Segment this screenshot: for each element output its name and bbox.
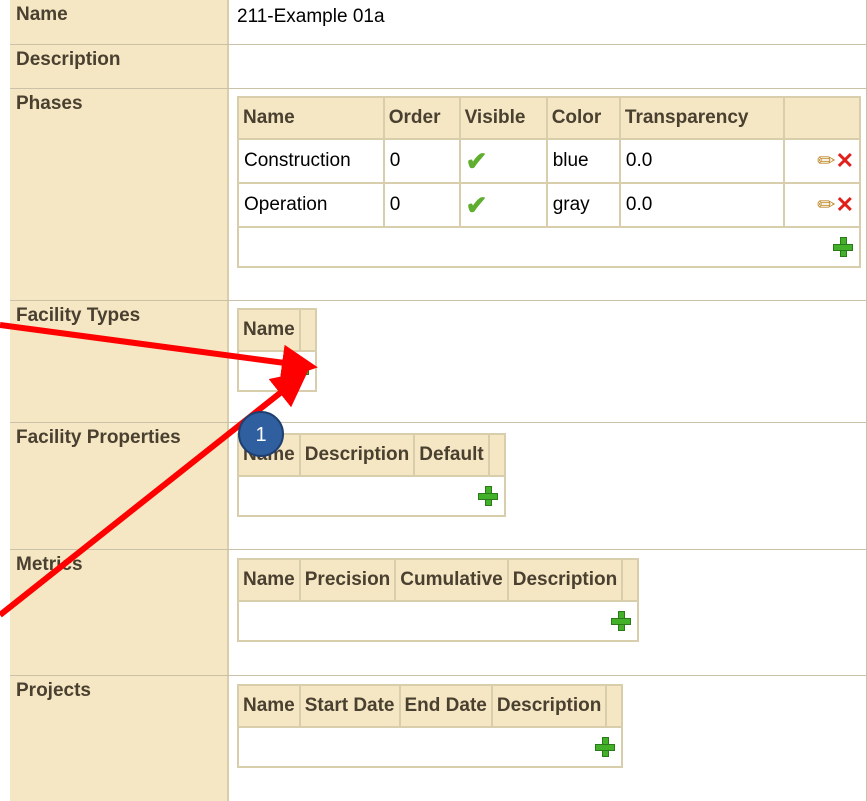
annotation-arrow (0, 322, 318, 381)
annotation-overlay: 1 (0, 322, 318, 618)
annotation-badge-label: 1 (255, 424, 266, 446)
